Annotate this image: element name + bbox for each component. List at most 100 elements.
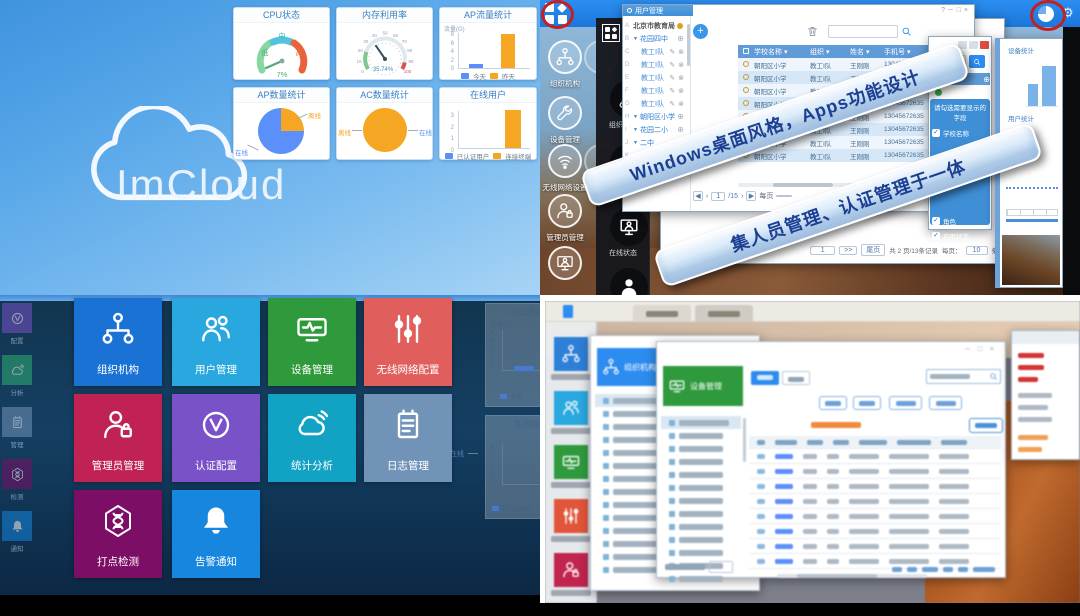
menu-icon-partial[interactable] (610, 268, 648, 295)
tree-group[interactable]: ▼花园四中⊕ (633, 32, 684, 45)
menu-icon-online[interactable] (610, 208, 648, 246)
close-button[interactable]: × (964, 7, 971, 14)
desktop-icon-device[interactable] (548, 96, 582, 130)
edit-icon[interactable]: ✎ (669, 87, 675, 95)
device-header-tile[interactable]: 设备管理 (663, 366, 743, 406)
checkbox-icon[interactable]: ✓ (932, 129, 940, 137)
delete-icon[interactable]: ⊗ (678, 48, 684, 56)
desktop-icon-wireless[interactable] (548, 144, 582, 178)
h-scrollbar-thumb[interactable] (773, 183, 833, 187)
filter-tag-bar[interactable] (811, 422, 861, 428)
table-row[interactable] (749, 509, 1001, 524)
app-tab[interactable] (695, 305, 753, 322)
tile-org[interactable]: 组织机构 (74, 298, 162, 386)
tile-stats[interactable]: 统计分析 (268, 394, 356, 482)
tile-users[interactable]: 用户管理 (172, 298, 260, 386)
maximize-button[interactable]: □ (957, 7, 964, 14)
mini-tile[interactable] (2, 511, 32, 541)
page-input[interactable]: 1 (711, 192, 725, 201)
tab-ac-devices[interactable] (782, 371, 810, 385)
add-icon[interactable]: ⊕ (677, 112, 684, 121)
add-user-button[interactable]: + (693, 24, 708, 39)
per-page-input[interactable] (709, 561, 733, 573)
edit-icon[interactable]: ✎ (669, 74, 675, 82)
tree-child[interactable]: 教工Ⅰ队 ✎⊗ (633, 84, 684, 97)
tile-wireless[interactable]: 无线网络配置 (364, 298, 452, 386)
tile-auth[interactable]: 认证配置 (172, 394, 260, 482)
mini-tile[interactable] (2, 459, 32, 489)
delete-icon[interactable]: ⊗ (678, 87, 684, 95)
toolbar-button[interactable] (929, 396, 962, 410)
close-button[interactable] (980, 41, 989, 49)
search-icon[interactable] (901, 26, 912, 37)
sidebar-item-users[interactable] (554, 391, 588, 425)
tree-group[interactable]: ▼花园二小⊕ (633, 123, 684, 136)
edit-icon[interactable]: ✎ (669, 61, 675, 69)
tree-child[interactable]: 教工Ⅰ队 ✎⊗ (633, 97, 684, 110)
tree-row[interactable] (661, 481, 741, 494)
mini-tile[interactable] (2, 355, 32, 385)
tab-ap-devices[interactable] (751, 371, 779, 385)
pagination[interactable] (892, 567, 995, 572)
column-header[interactable]: 组织 ▾ (810, 47, 850, 57)
tree-group[interactable]: ▼朝阳区小学⊕ (633, 110, 684, 123)
per-page-input[interactable]: 10 (966, 246, 988, 255)
tree-row[interactable] (661, 429, 741, 442)
table-row[interactable] (749, 449, 1001, 464)
checkbox-row[interactable]: ✓学校名称 (932, 128, 988, 138)
tree-child[interactable]: 教工Ⅰ队 ✎⊗ (633, 45, 684, 58)
add-icon[interactable]: ⊕ (677, 125, 684, 134)
tile-devices[interactable]: 设备管理 (268, 298, 356, 386)
delete-users-button[interactable] (806, 25, 819, 38)
tree-row[interactable] (661, 468, 741, 481)
tree-child[interactable]: 教工Ⅰ队 ✎⊗ (633, 58, 684, 71)
toolbar-button[interactable] (853, 396, 881, 410)
tree-scrollbar[interactable] (687, 24, 690, 66)
tile-alerts[interactable]: 告警通知 (172, 490, 260, 578)
delete-icon[interactable]: ⊗ (678, 74, 684, 82)
checkbox-row[interactable]: ✓启用状态 (932, 231, 988, 241)
next-page-button[interactable]: › (741, 193, 743, 200)
search-input[interactable] (828, 25, 898, 38)
maximize-button[interactable] (969, 41, 978, 49)
tree-row[interactable] (661, 546, 741, 559)
add-icon[interactable]: ⊕ (677, 34, 684, 43)
checkbox-row[interactable]: ✓角色 (932, 216, 988, 226)
org-header-tile[interactable]: 组织机构 (597, 348, 663, 386)
delete-icon[interactable]: ⊗ (678, 100, 684, 108)
desktop-icon-online[interactable] (548, 246, 582, 280)
prev-page-button[interactable]: ‹ (706, 193, 708, 200)
table-row[interactable] (749, 539, 1001, 554)
table-row[interactable] (749, 524, 1001, 539)
tree-row[interactable] (661, 442, 741, 455)
column-header[interactable]: 姓名 ▾ (850, 47, 884, 57)
checkbox-icon[interactable]: ✓ (932, 217, 940, 225)
sidebar-item-wireless[interactable] (554, 499, 588, 533)
search-button[interactable] (969, 55, 985, 68)
tile-admin[interactable]: 管理员管理 (74, 394, 162, 482)
tree-child[interactable]: 教工Ⅰ队 ✎⊗ (633, 71, 684, 84)
tree-row[interactable] (661, 572, 741, 585)
help-button[interactable]: ? (941, 7, 948, 14)
filter-search-input[interactable] (926, 369, 1001, 384)
app-tab[interactable] (633, 305, 691, 322)
menu-grid-logo-icon[interactable] (602, 24, 620, 42)
tree-row[interactable] (661, 494, 741, 507)
desktop-icon-admin[interactable] (548, 194, 582, 228)
mini-tile[interactable] (2, 407, 32, 437)
table-row[interactable] (749, 479, 1001, 494)
window-controls[interactable]: ─ □ × (965, 346, 997, 353)
table-row[interactable] (749, 464, 1001, 479)
table-row[interactable] (749, 494, 1001, 509)
h-scrollbar-thumb[interactable] (797, 574, 877, 578)
action-button[interactable] (969, 418, 1003, 433)
scrollbar[interactable] (743, 418, 746, 462)
add-column-icon[interactable]: ⊕ (983, 75, 990, 84)
per-page-input[interactable] (776, 195, 792, 197)
delete-icon[interactable]: ⊗ (678, 61, 684, 69)
toolbar-button[interactable] (889, 396, 922, 410)
mini-tile[interactable] (2, 303, 32, 333)
next-page-button[interactable]: >> (839, 246, 857, 255)
minimize-button[interactable]: ─ (948, 7, 956, 14)
last-page-button[interactable]: 尾页 (861, 244, 885, 256)
